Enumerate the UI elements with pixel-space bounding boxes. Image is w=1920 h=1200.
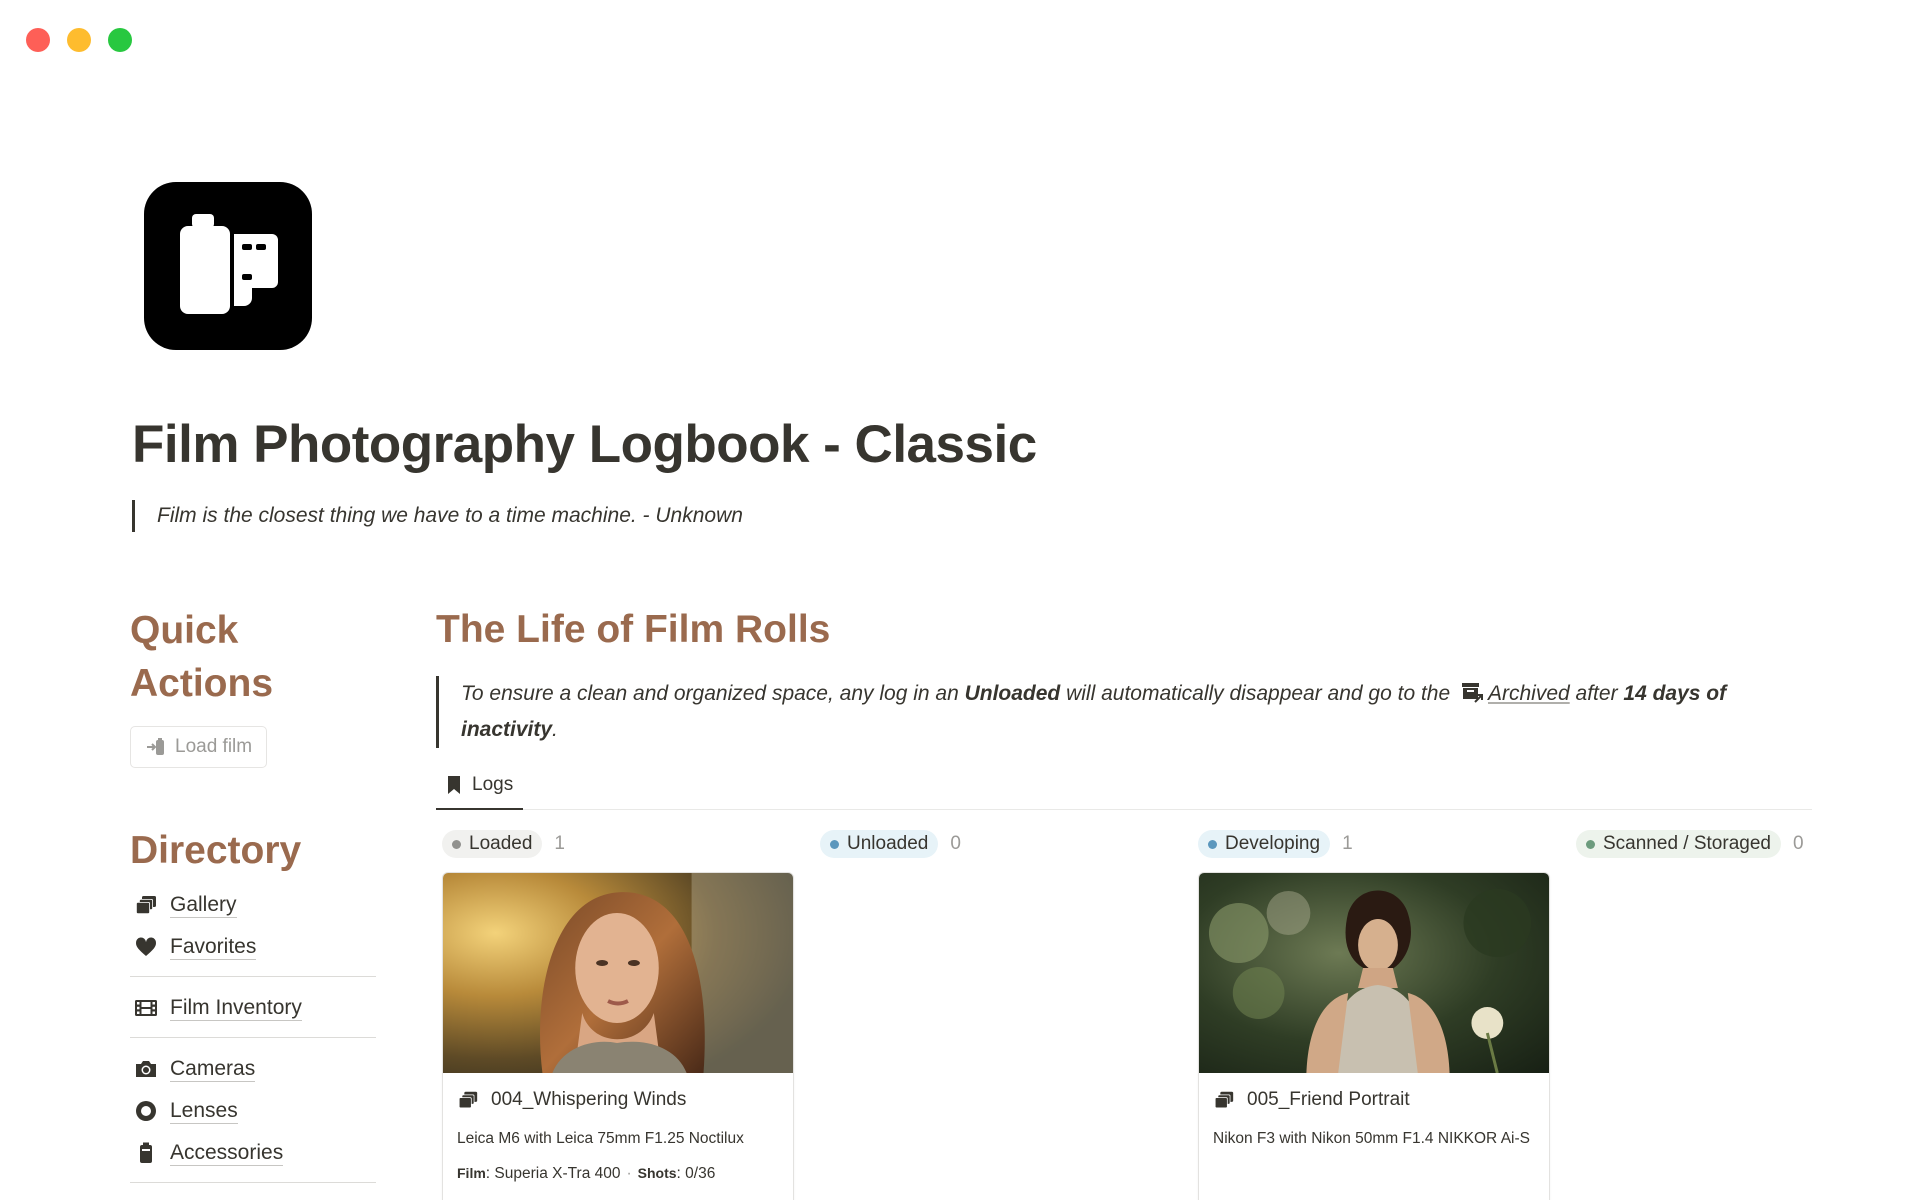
status-dot	[830, 839, 839, 849]
callout-text: after	[1569, 682, 1624, 705]
film-strip-icon	[135, 1000, 157, 1016]
shots-label: Shots	[637, 1165, 677, 1181]
battery-icon	[140, 1142, 152, 1163]
directory-item-label: Lenses	[170, 1098, 238, 1124]
directory-item-accessories[interactable]: Accessories	[130, 1132, 376, 1174]
column-count: 0	[950, 833, 961, 854]
status-dot	[1208, 839, 1217, 849]
gallery-icon	[136, 896, 156, 914]
page-title: Film Photography Logbook - Classic	[132, 415, 1037, 474]
quick-actions-heading-line1: Quick	[130, 609, 239, 652]
card-camera-lens: Nikon F3 with Nikon 50mm F1.4 NIKKOR Ai-…	[1213, 1130, 1530, 1147]
load-film-label: Load film	[175, 736, 253, 757]
directory-item-label: Film Inventory	[170, 995, 302, 1021]
close-window-button[interactable]	[26, 28, 50, 52]
status-label: Developing	[1225, 833, 1321, 854]
tab-logs[interactable]: Logs	[436, 762, 524, 810]
callout-text: will automatically disappear and go to t…	[1060, 682, 1456, 705]
status-pill: Scanned / Storaged	[1576, 830, 1781, 858]
callout-text: To ensure a clean and organized space, a…	[461, 682, 965, 705]
archive-icon	[1462, 683, 1483, 703]
directory-list: Gallery Favorites Film Inventory Cameras…	[130, 884, 376, 1183]
directory-item-film-inventory[interactable]: Film Inventory	[130, 987, 376, 1029]
directory-item-cameras[interactable]: Cameras	[130, 1048, 376, 1090]
directory-item-label: Gallery	[170, 892, 237, 918]
card-meta: Film: Superia X-Tra 400 · Shots: 0/36	[457, 1165, 716, 1182]
bookmark-icon	[448, 776, 460, 794]
directory-heading: Directory	[130, 829, 302, 872]
status-dot	[1586, 839, 1595, 849]
camera-icon	[136, 1061, 156, 1077]
directory-divider	[130, 976, 376, 977]
callout-text: .	[552, 718, 558, 741]
board-column-loaded[interactable]: Loaded 1	[442, 830, 565, 858]
status-label: Unloaded	[847, 833, 929, 854]
left-column: Quick Actions Load film Directory Galler…	[130, 604, 376, 1193]
directory-divider	[130, 1182, 376, 1183]
directory-item-label: Cameras	[170, 1056, 256, 1082]
board-column-developing[interactable]: Developing 1	[1198, 830, 1353, 858]
logs-board: Loaded 1 Unloaded 0 Developing 1 Scanned…	[436, 830, 1812, 1200]
status-label: Loaded	[469, 833, 533, 854]
log-card[interactable]: 004_Whispering Winds Leica M6 with Leica…	[442, 872, 794, 1200]
shots-value: 0/36	[685, 1165, 716, 1182]
page-quote: Film is the closest thing we have to a t…	[132, 500, 743, 532]
directory-item-label: Accessories	[170, 1140, 284, 1166]
status-label: Scanned / Storaged	[1603, 833, 1771, 854]
callout-bold-unloaded: Unloaded	[964, 682, 1061, 705]
meta-separator: ·	[626, 1165, 632, 1182]
card-camera-lens: Leica M6 with Leica 75mm F1.25 Noctilux	[457, 1130, 744, 1147]
portrait-photo	[443, 873, 793, 1073]
directory-item-favorites[interactable]: Favorites	[130, 926, 376, 968]
log-card[interactable]: 005_Friend Portrait Nikon F3 with Nikon …	[1198, 872, 1550, 1200]
gallery-icon	[458, 1091, 478, 1109]
directory-divider	[130, 1037, 376, 1038]
quick-actions-heading: Quick Actions	[130, 604, 376, 710]
archive-callout: To ensure a clean and organized space, a…	[436, 676, 1808, 748]
film-value: Superia X-Tra 400	[494, 1165, 621, 1182]
gallery-icon	[1214, 1091, 1234, 1109]
card-title: 005_Friend Portrait	[1199, 1073, 1549, 1111]
film-label: Film	[457, 1165, 486, 1181]
maximize-window-button[interactable]	[108, 28, 132, 52]
column-count: 0	[1792, 833, 1804, 854]
status-dot	[452, 839, 461, 849]
film-canister-icon	[144, 182, 312, 350]
directory-item-label: Favorites	[170, 934, 257, 960]
heart-icon	[135, 937, 157, 956]
life-of-film-rolls-heading: The Life of Film Rolls	[436, 608, 831, 651]
board-column-scanned-storaged[interactable]: Scanned / Storaged 0	[1576, 830, 1804, 858]
load-film-icon	[147, 738, 164, 755]
status-pill: Unloaded	[820, 830, 939, 858]
load-film-button[interactable]: Load film	[130, 726, 268, 768]
column-count: 1	[1342, 833, 1353, 854]
card-title-text: 004_Whispering Winds	[491, 1089, 687, 1110]
status-pill: Loaded	[442, 830, 543, 858]
window-controls	[26, 28, 132, 52]
board-column-unloaded[interactable]: Unloaded 0	[820, 830, 961, 858]
archived-link[interactable]: Archived	[1488, 682, 1570, 705]
directory-item-lenses[interactable]: Lenses	[130, 1090, 376, 1132]
column-count: 1	[554, 833, 565, 854]
quick-actions-heading-line2: Actions	[130, 662, 274, 705]
directory-item-gallery[interactable]: Gallery	[130, 884, 376, 926]
lens-icon	[136, 1101, 156, 1121]
view-tabs: Logs	[436, 762, 1812, 810]
card-title-text: 005_Friend Portrait	[1247, 1089, 1410, 1110]
tab-logs-label: Logs	[472, 774, 514, 795]
card-title: 004_Whispering Winds	[443, 1073, 793, 1111]
right-column: The Life of Film Rolls To ensure a clean…	[436, 604, 1812, 1200]
portrait-photo	[1199, 873, 1549, 1073]
minimize-window-button[interactable]	[67, 28, 91, 52]
status-pill: Developing	[1198, 830, 1331, 858]
